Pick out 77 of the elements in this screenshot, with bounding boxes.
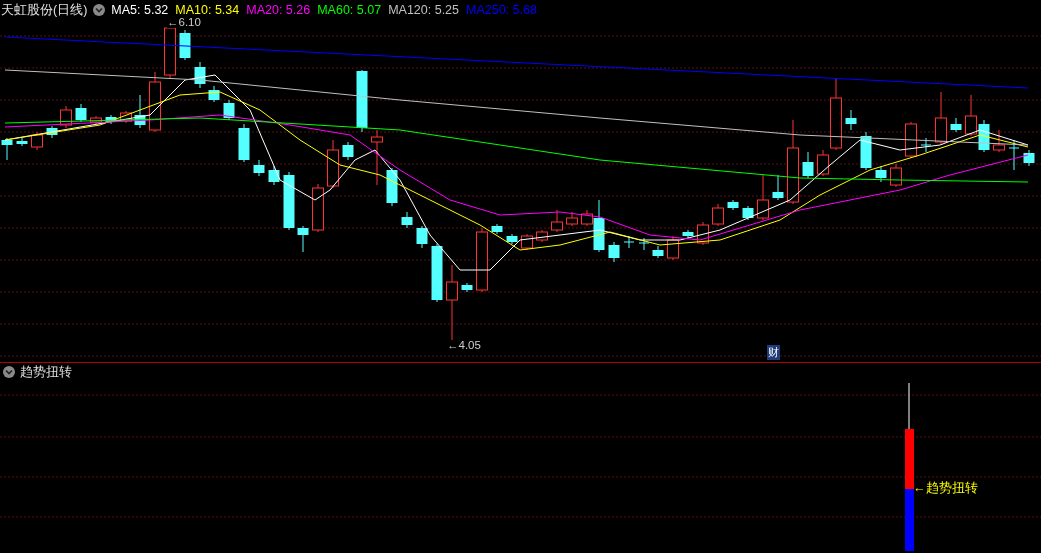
candlestick [342,141,354,161]
candlestick [1023,149,1035,167]
event-marker[interactable]: 财 [767,345,780,360]
indicator-value: MA120: 5.25 [388,3,459,17]
candlestick [860,131,872,171]
candlestick [46,125,58,139]
candlestick [149,71,161,133]
candlestick [75,103,87,123]
indicator-value: MA10: 5.34 [175,3,240,17]
candlestick [608,241,620,263]
candlestick [875,165,887,183]
candlestick [712,203,724,227]
signal-label: ←趋势扭转 [913,480,978,497]
candlestick [194,61,206,89]
candlestick [638,237,650,251]
candlestick [652,245,664,259]
candlestick [238,123,250,163]
candlestick [90,115,102,125]
candlestick [134,94,146,129]
indicator-value: MA60: 5.07 [317,3,382,17]
chart-title: 天虹股份(日线) [1,1,88,19]
candlestick [566,211,578,227]
candlestick [1008,139,1020,171]
candlestick [1,137,13,161]
candlestick [120,110,132,124]
candlestick [978,119,990,153]
candlestick [268,165,280,186]
candlestick [297,225,309,253]
candlestick [491,223,503,235]
candlestick [727,199,739,211]
candlestick [179,29,191,61]
candlestick [920,137,932,153]
candlestick [431,243,443,303]
indicator-value: MA20: 5.26 [246,3,311,17]
collapse-icon[interactable] [93,4,106,16]
candlestick [253,159,265,177]
candlestick [356,69,368,133]
candlestick [965,94,977,137]
candlestick [386,167,398,207]
candlestick [208,85,220,103]
candlestick [905,121,917,159]
candlestick [802,151,814,179]
candlestick [327,139,339,189]
candlestick [521,233,533,251]
candlestick [371,129,383,186]
candlestick [935,91,947,145]
candlestick [223,99,235,121]
candlestick [16,137,28,147]
candlestick [416,225,428,249]
candlestick [697,221,709,246]
candlestick [401,211,413,229]
candlestick [283,171,295,231]
candlestick [950,117,962,133]
candlestick [993,129,1005,153]
collapse-icon[interactable] [3,366,15,378]
candlestick [667,235,679,261]
candlestick [623,235,635,249]
price-label: ←6.10 [167,16,201,28]
candlestick [461,282,473,293]
candlestick [757,174,769,221]
indicator-title: 趋势扭转 [20,363,72,381]
candlestick [31,131,43,151]
candlestick [506,233,518,245]
candlestick [312,183,324,233]
candlestick [60,105,72,129]
candlestick [476,227,488,293]
candlestick [742,205,754,221]
candlestick [772,174,784,201]
candlestick [536,229,548,243]
indicator-value: MA250: 5.68 [466,3,537,17]
indicator-value: MA5: 5.32 [111,3,169,17]
candlestick [845,109,857,131]
candlestick [105,114,117,125]
candlestick [551,209,563,233]
candlestick [890,163,902,188]
price-label: ←4.05 [447,339,481,351]
candlestick [682,229,694,239]
